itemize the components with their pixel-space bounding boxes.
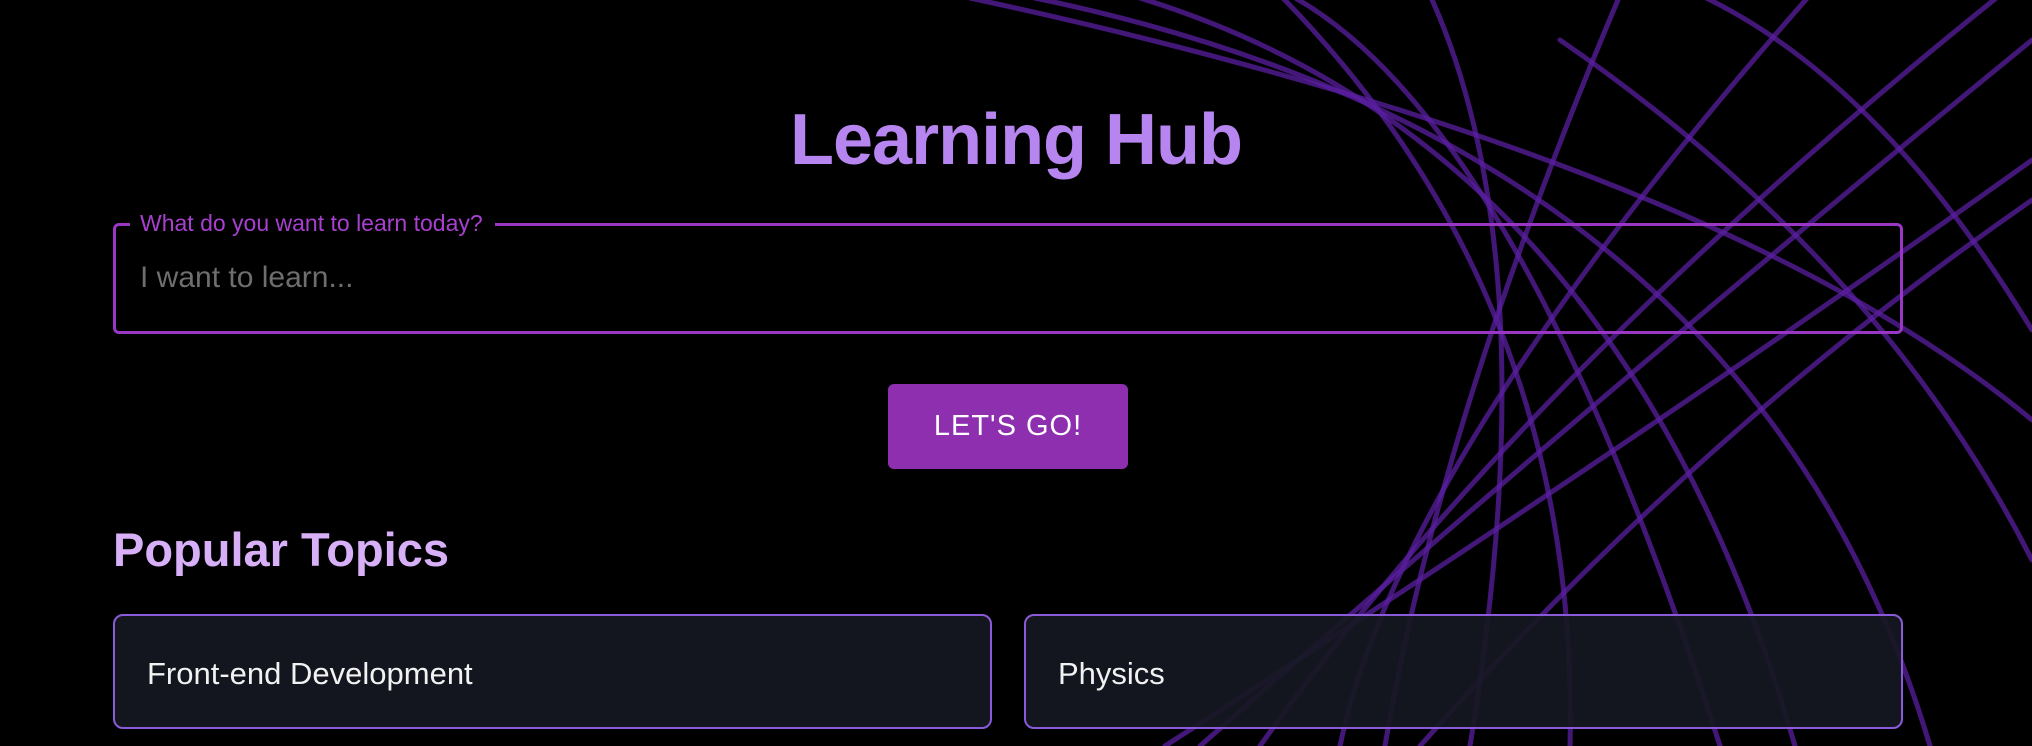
page: Learning Hub What do you want to learn t… <box>0 0 2032 746</box>
main-content: Learning Hub What do you want to learn t… <box>0 0 2032 746</box>
search-field-label: What do you want to learn today? <box>130 207 495 239</box>
lets-go-button[interactable]: LET'S GO! <box>888 384 1128 469</box>
topic-card-physics[interactable]: Physics <box>1024 614 1903 729</box>
topic-card-front-end-development[interactable]: Front-end Development <box>113 614 992 729</box>
page-title: Learning Hub <box>790 100 1243 180</box>
learn-search-input[interactable] <box>140 254 1840 302</box>
learn-search-field[interactable]: What do you want to learn today? <box>113 207 1903 334</box>
topic-label: Front-end Development <box>147 656 473 691</box>
topic-label: Physics <box>1058 656 1165 691</box>
popular-topics-heading: Popular Topics <box>113 523 449 576</box>
